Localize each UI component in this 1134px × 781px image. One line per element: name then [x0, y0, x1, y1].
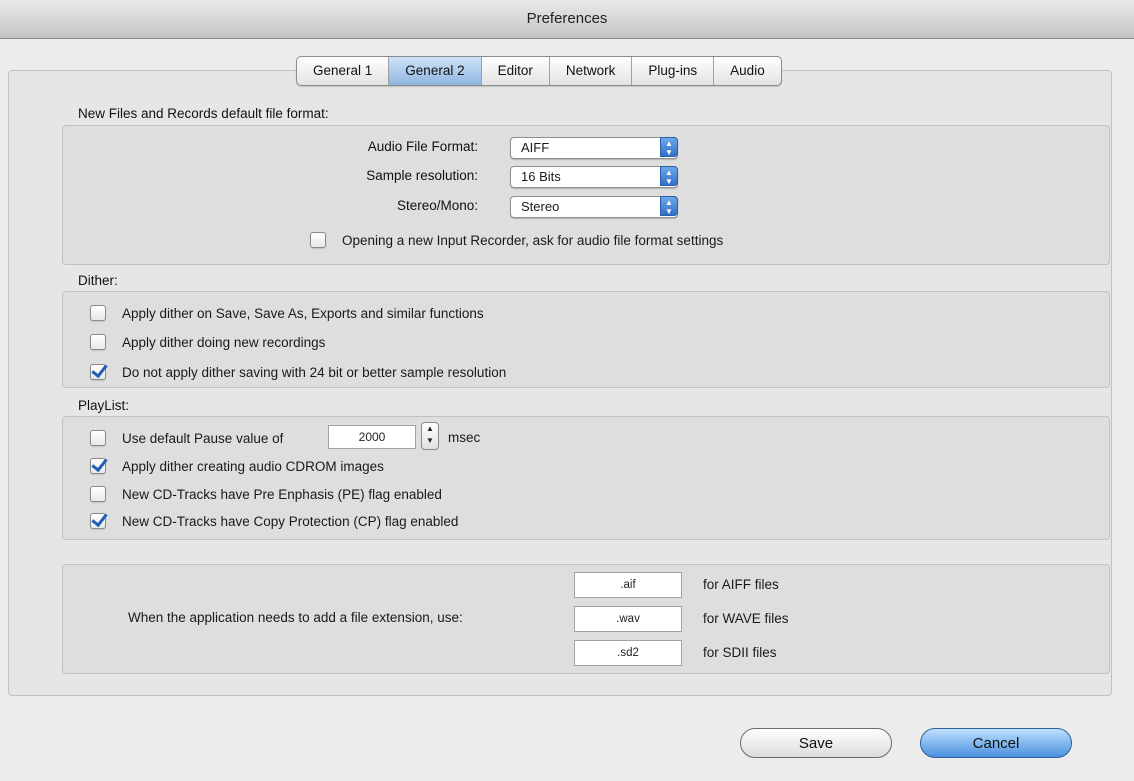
- aiff-extension-label: for AIFF files: [703, 577, 779, 592]
- dither-save-row[interactable]: Apply dither on Save, Save As, Exports a…: [90, 302, 484, 324]
- tab-network[interactable]: Network: [550, 57, 633, 85]
- dither-save-checkbox[interactable]: [90, 305, 106, 321]
- dither-24bit-checkbox[interactable]: [90, 364, 106, 380]
- sdii-extension-input[interactable]: .sd2: [574, 640, 682, 666]
- stereo-mono-label: Stereo/Mono:: [396, 198, 478, 213]
- pause-row[interactable]: Use default Pause value of: [90, 427, 283, 449]
- save-button[interactable]: Save: [740, 728, 892, 758]
- ask-format-checkbox[interactable]: [310, 232, 326, 248]
- dither-24bit-row[interactable]: Do not apply dither saving with 24 bit o…: [90, 361, 506, 383]
- playlist-section-label: PlayList:: [78, 398, 130, 413]
- playlist-pe-row[interactable]: New CD-Tracks have Pre Enphasis (PE) fla…: [90, 483, 442, 505]
- tab-general-1[interactable]: General 1: [297, 57, 390, 85]
- audio-format-label: Audio File Format:: [367, 139, 478, 154]
- select-arrows-icon: ▲ ▼: [660, 137, 678, 157]
- dither-recordings-checkbox[interactable]: [90, 334, 106, 350]
- ask-format-row[interactable]: Opening a new Input Recorder, ask for au…: [310, 229, 723, 251]
- playlist-cdrom-checkbox[interactable]: [90, 458, 106, 474]
- ask-format-label: Opening a new Input Recorder, ask for au…: [342, 232, 724, 248]
- pause-value-input[interactable]: 2000: [328, 425, 416, 449]
- playlist-cp-checkbox[interactable]: [90, 513, 106, 529]
- sample-resolution-label: Sample resolution:: [366, 168, 478, 183]
- dither-24bit-label: Do not apply dither saving with 24 bit o…: [122, 364, 507, 380]
- extensions-label: When the application needs to add a file…: [128, 610, 463, 625]
- select-arrows-icon: ▲ ▼: [660, 166, 678, 186]
- pause-checkbox[interactable]: [90, 430, 106, 446]
- tab-plug-ins[interactable]: Plug-ins: [632, 57, 715, 85]
- sample-resolution-select[interactable]: 16 Bits ▲ ▼: [510, 166, 678, 188]
- playlist-cp-label: New CD-Tracks have Copy Protection (CP) …: [122, 513, 459, 529]
- select-arrows-icon: ▲ ▼: [660, 196, 678, 216]
- cancel-button[interactable]: Cancel: [920, 728, 1072, 758]
- dither-section-label: Dither:: [78, 273, 118, 288]
- file-format-section-label: New Files and Records default file forma…: [78, 106, 329, 121]
- pause-label: Use default Pause value of: [122, 430, 284, 446]
- stereo-mono-select[interactable]: Stereo ▲ ▼: [510, 196, 678, 218]
- tab-general-2[interactable]: General 2: [389, 57, 482, 85]
- pause-stepper[interactable]: ▲ ▼: [421, 422, 439, 450]
- wave-extension-label: for WAVE files: [703, 611, 789, 626]
- playlist-pe-checkbox[interactable]: [90, 486, 106, 502]
- dither-recordings-row[interactable]: Apply dither doing new recordings: [90, 331, 325, 353]
- tab-bar: General 1 General 2 Editor Network Plug-…: [296, 56, 782, 86]
- sdii-extension-label: for SDII files: [703, 645, 777, 660]
- playlist-pe-label: New CD-Tracks have Pre Enphasis (PE) fla…: [122, 486, 442, 502]
- pause-unit-label: msec: [448, 430, 481, 445]
- aiff-extension-input[interactable]: .aif: [574, 572, 682, 598]
- audio-format-value: AIFF: [521, 140, 550, 155]
- playlist-cp-row[interactable]: New CD-Tracks have Copy Protection (CP) …: [90, 510, 458, 532]
- tab-audio[interactable]: Audio: [714, 57, 781, 85]
- audio-format-select[interactable]: AIFF ▲ ▼: [510, 137, 678, 159]
- wave-extension-input[interactable]: .wav: [574, 606, 682, 632]
- tab-editor[interactable]: Editor: [482, 57, 550, 85]
- stereo-mono-value: Stereo: [521, 199, 560, 214]
- sample-resolution-value: 16 Bits: [521, 169, 561, 184]
- dither-recordings-label: Apply dither doing new recordings: [122, 334, 326, 350]
- playlist-cdrom-row[interactable]: Apply dither creating audio CDROM images: [90, 455, 384, 477]
- window-title: Preferences: [0, 0, 1134, 39]
- dither-save-label: Apply dither on Save, Save As, Exports a…: [122, 305, 484, 321]
- playlist-cdrom-label: Apply dither creating audio CDROM images: [122, 458, 384, 474]
